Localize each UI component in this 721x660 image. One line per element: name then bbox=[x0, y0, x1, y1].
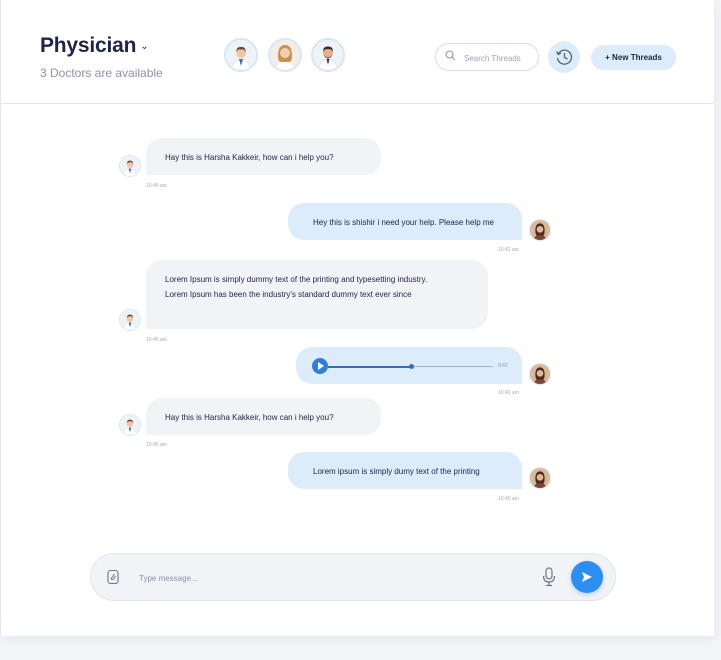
user-avatar bbox=[529, 467, 551, 489]
voice-message: 0:42 bbox=[296, 347, 522, 384]
specialty-selector[interactable]: Physician ⌄ bbox=[40, 34, 149, 58]
message-bubble-outgoing: Hey this is shishir i need your help. Pl… bbox=[288, 203, 522, 240]
message-composer bbox=[90, 553, 616, 601]
doctor-avatar-3[interactable] bbox=[311, 38, 345, 72]
chevron-down-icon[interactable]: ⌄ bbox=[140, 41, 148, 52]
message-timestamp: 10:45 am bbox=[146, 183, 167, 189]
message-timestamp: 10:42 am bbox=[498, 247, 519, 253]
search-icon bbox=[445, 50, 456, 61]
message-bubble-outgoing: Lorem ipsum is simply dumy text of the p… bbox=[288, 452, 522, 489]
doctor-avatar bbox=[119, 155, 141, 177]
message-timestamp: 10:40 am bbox=[498, 496, 519, 502]
search-threads[interactable] bbox=[435, 43, 539, 71]
send-icon bbox=[582, 572, 592, 582]
search-input[interactable] bbox=[462, 48, 536, 68]
message-timestamp: 10:42 am bbox=[498, 390, 519, 396]
message-line: Lorem Ipsum is simply dummy text of the … bbox=[165, 275, 428, 284]
doctor-avatar bbox=[119, 309, 141, 331]
audio-progress-fill bbox=[328, 365, 411, 368]
user-avatar bbox=[529, 363, 551, 385]
microphone-icon[interactable] bbox=[542, 567, 556, 592]
audio-progress-track[interactable] bbox=[328, 364, 493, 369]
chat-window: Physician ⌄ 3 Doctors are available Sear… bbox=[0, 0, 714, 636]
doctor-avatar bbox=[119, 414, 141, 436]
message-input[interactable] bbox=[137, 568, 521, 588]
message-bubble-incoming: Hay this is Harsha Kakkeir, how can i he… bbox=[146, 138, 381, 175]
new-thread-button[interactable]: + New Threads bbox=[591, 45, 676, 70]
message-bubble-incoming: Hay this is Harsha Kakkeir, how can i he… bbox=[146, 398, 381, 435]
available-doctors-count: 3 Doctors are available bbox=[40, 66, 163, 80]
play-icon[interactable] bbox=[312, 358, 328, 374]
doctor-avatar-1[interactable] bbox=[224, 38, 258, 72]
audio-duration: 0:42 bbox=[498, 363, 508, 369]
send-button[interactable] bbox=[571, 561, 603, 593]
message-line: Lorem Ipsum has been the industry's stan… bbox=[165, 290, 412, 299]
attachment-icon[interactable] bbox=[105, 569, 121, 590]
user-avatar bbox=[529, 219, 551, 241]
message-timestamp: 10:45 am bbox=[146, 442, 167, 448]
audio-progress-handle[interactable] bbox=[408, 364, 414, 369]
history-button[interactable] bbox=[548, 41, 580, 73]
history-icon bbox=[555, 49, 573, 65]
message-timestamp: 10:45 am bbox=[146, 337, 167, 343]
doctor-avatar-2[interactable] bbox=[268, 38, 302, 72]
chat-header: Physician ⌄ 3 Doctors are available Sear… bbox=[1, 0, 714, 104]
message-bubble-incoming: Lorem Ipsum is simply dummy text of the … bbox=[146, 260, 488, 329]
page-title: Physician bbox=[40, 34, 137, 57]
